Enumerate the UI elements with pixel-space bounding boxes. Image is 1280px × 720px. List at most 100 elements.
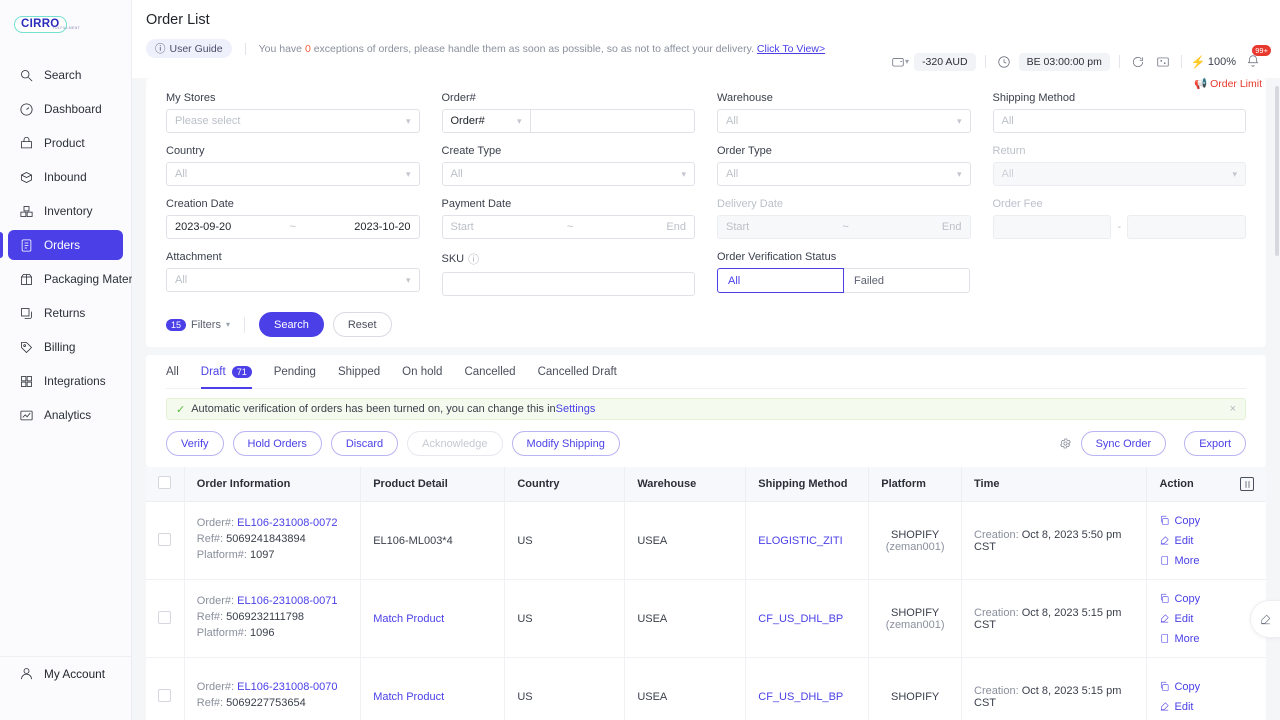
discard-button[interactable]: Discard — [330, 431, 399, 456]
close-icon[interactable]: × — [1230, 403, 1236, 415]
table-row[interactable]: Order#: EL106-231008-0070 Ref#: 50692277… — [146, 657, 1266, 720]
copy-action[interactable]: Copy — [1159, 593, 1254, 605]
analytics-icon — [18, 407, 34, 423]
shipping-method-link[interactable]: CF_US_DHL_BP — [758, 613, 843, 625]
brand-logo[interactable]: CIRRO FULFILLMENT — [0, 0, 131, 48]
col-order-information: Order Information — [184, 467, 362, 502]
hold-orders-button[interactable]: Hold Orders — [232, 431, 322, 456]
order-type-select[interactable]: All ▾ — [717, 162, 971, 186]
tab-draft[interactable]: Draft 71 — [200, 355, 252, 389]
order-no-input[interactable] — [529, 109, 695, 133]
user-guide-button[interactable]: ⓘ User Guide — [146, 39, 232, 58]
tab-all[interactable]: All — [166, 355, 179, 389]
create-type-select[interactable]: All ▾ — [441, 162, 695, 186]
match-product-link[interactable]: Match Product — [373, 613, 444, 625]
shipping-method-input[interactable]: All — [992, 109, 1246, 133]
tab-on-hold[interactable]: On hold — [402, 355, 442, 389]
export-button[interactable]: Export — [1184, 431, 1246, 456]
creation-date-range[interactable]: 2023-09-20 ~ 2023-10-20 — [166, 215, 420, 239]
fullscreen-icon[interactable] — [1154, 53, 1172, 71]
field-sku: SKU ⓘ — [441, 251, 696, 296]
sidebar-item-my-account[interactable]: My Account — [0, 656, 131, 690]
table-row[interactable]: Order#: EL106-231008-0072 Ref#: 50692418… — [146, 501, 1266, 580]
verify-button[interactable]: Verify — [166, 431, 224, 456]
clock-icon — [995, 53, 1013, 71]
country-select[interactable]: All ▾ — [166, 162, 420, 186]
gear-icon[interactable] — [1059, 437, 1072, 450]
action-cell: Copy Edit — [1146, 657, 1266, 720]
shipping-method-link[interactable]: ELOGISTIC_ZITI — [758, 535, 842, 547]
row-checkbox[interactable] — [158, 532, 171, 546]
sidebar-item-orders[interactable]: Orders — [8, 230, 123, 260]
reset-button[interactable]: Reset — [332, 312, 392, 337]
filters-toggle[interactable]: 15 Filters ▾ — [166, 318, 230, 331]
sidebar-item-inbound[interactable]: Inbound — [8, 162, 123, 192]
sku-input[interactable] — [441, 272, 695, 296]
table-body: Order#: EL106-231008-0072 Ref#: 50692418… — [146, 501, 1266, 720]
notification-bell[interactable]: 99+ — [1244, 45, 1271, 71]
order-no-link[interactable]: EL106-231008-0072 — [237, 517, 337, 529]
sidebar-item-billing[interactable]: Billing — [8, 332, 123, 362]
edit-action[interactable]: Edit — [1159, 535, 1254, 547]
verification-status-all[interactable]: All — [717, 268, 844, 293]
order-no-link[interactable]: EL106-231008-0071 — [237, 595, 337, 607]
order-no-link[interactable]: EL106-231008-0070 — [237, 681, 337, 693]
modify-shipping-button[interactable]: Modify Shipping — [511, 431, 620, 456]
order-no-combo: Order# ▾ — [441, 109, 695, 133]
more-action[interactable]: More — [1159, 633, 1254, 645]
select-all-checkbox[interactable] — [158, 476, 171, 489]
payment-date-range[interactable]: Start ~ End — [441, 215, 695, 239]
row-checkbox[interactable] — [158, 610, 171, 624]
chevron-down-icon: ▾ — [516, 115, 522, 126]
match-product-link[interactable]: Match Product — [373, 691, 444, 703]
label: SKU ⓘ — [442, 251, 696, 267]
my-stores-select[interactable]: Please select ▾ — [166, 109, 420, 133]
label: Order Type — [717, 145, 772, 157]
tab-count-badge: 71 — [231, 365, 252, 378]
value: All — [175, 168, 188, 180]
sidebar-item-integrations[interactable]: Integrations — [8, 366, 123, 396]
sidebar-item-product[interactable]: Product — [8, 128, 123, 158]
sidebar-item-packaging-material[interactable]: Packaging Material — [8, 264, 144, 294]
verification-status-failed[interactable]: Failed — [844, 268, 970, 293]
sidebar-item-inventory[interactable]: Inventory — [8, 196, 123, 226]
row-checkbox[interactable] — [158, 688, 171, 702]
edit-action[interactable]: Edit — [1159, 701, 1254, 713]
divider — [1118, 55, 1120, 68]
sidebar-item-analytics[interactable]: Analytics — [8, 400, 123, 430]
help-icon[interactable]: ⓘ — [468, 251, 479, 267]
order-no-type-select[interactable]: Order# ▾ — [441, 109, 530, 133]
more-action[interactable]: More — [1159, 555, 1254, 567]
attachment-select[interactable]: All ▾ — [166, 268, 420, 292]
refresh-icon[interactable] — [1129, 53, 1147, 71]
label: Create Type — [441, 145, 502, 157]
copy-action[interactable]: Copy — [1159, 515, 1254, 527]
tab-cancelled-draft[interactable]: Cancelled Draft — [538, 355, 617, 389]
table-row[interactable]: Order#: EL106-231008-0071 Ref#: 50692321… — [146, 579, 1266, 658]
sync-order-button[interactable]: Sync Order — [1080, 431, 1167, 456]
tab-shipped[interactable]: Shipped — [338, 355, 380, 389]
settings-link[interactable]: Settings — [556, 403, 596, 415]
copy-action[interactable]: Copy — [1159, 681, 1254, 693]
shipping-method-link[interactable]: CF_US_DHL_BP — [758, 691, 843, 703]
content-scroll: My Stores Please select ▾ Order# Order# … — [132, 78, 1280, 720]
tab-cancelled[interactable]: Cancelled — [464, 355, 515, 389]
edit-action[interactable]: Edit — [1159, 613, 1254, 625]
sidebar-item-search[interactable]: Search — [8, 60, 123, 90]
sidebar-item-dashboard[interactable]: Dashboard — [8, 94, 123, 124]
verification-status-segmented: All Failed — [717, 268, 970, 293]
tab-pending[interactable]: Pending — [274, 355, 316, 389]
edit-label: Edit — [1174, 534, 1194, 547]
page-scrollbar[interactable] — [1275, 86, 1279, 256]
click-to-view-link[interactable]: Click To View> — [757, 43, 825, 55]
action-cell: Copy Edit More — [1146, 501, 1266, 580]
column-settings-icon[interactable] — [1240, 477, 1254, 491]
creation-date-end: 2023-10-20 — [354, 221, 411, 233]
order-limit-link[interactable]: 📢 Order Limit — [1194, 77, 1262, 91]
chevron-down-icon[interactable]: ▾ — [905, 57, 909, 66]
warehouse-select[interactable]: All ▾ — [717, 109, 971, 133]
search-button[interactable]: Search — [258, 312, 324, 337]
feedback-widget[interactable] — [1250, 600, 1280, 638]
filters-label: Filters — [191, 318, 221, 331]
sidebar-item-returns[interactable]: Returns — [8, 298, 123, 328]
